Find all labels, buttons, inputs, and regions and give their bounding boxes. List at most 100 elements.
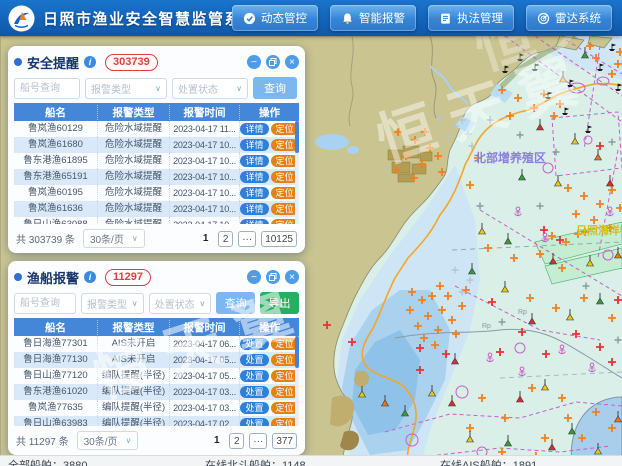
primary-action-button[interactable]: 详情 bbox=[240, 139, 268, 151]
alarm-time-cell: 2023-04-17 10... bbox=[170, 153, 240, 169]
minimize-icon[interactable]: − bbox=[247, 55, 261, 69]
map-label-ocean-ranch: 日照海洋牧场 bbox=[576, 223, 622, 237]
close-icon[interactable]: × bbox=[285, 270, 299, 284]
minimize-icon[interactable]: − bbox=[247, 270, 261, 284]
alarm-time-cell: 2023-04-17 06... bbox=[170, 336, 240, 352]
pagination: 12 ··· 377 bbox=[209, 433, 297, 449]
alarm-type-cell: 编队提醒(半径) bbox=[98, 384, 170, 400]
table-header: 船名报警类型报警时间操作 bbox=[14, 103, 299, 121]
app-title: 日照市渔业安全智慧监管系统 bbox=[43, 8, 258, 29]
page-button[interactable]: 2 bbox=[229, 433, 244, 449]
app-logo-icon bbox=[8, 5, 35, 32]
primary-action-button[interactable]: 处置 bbox=[240, 338, 268, 350]
column-header: 报警类型 bbox=[98, 320, 170, 335]
nav-item-1[interactable]: 动态管控 bbox=[232, 5, 318, 31]
table-row: 鲁日海渔77130AIS未开启2023-04-17 05...处置定位 bbox=[14, 352, 299, 368]
alarm-type-cell: 危险水域提醒 bbox=[98, 153, 170, 169]
law-doc-icon bbox=[439, 12, 452, 25]
panel-dot-icon bbox=[14, 58, 22, 66]
info-icon[interactable]: i bbox=[84, 56, 96, 68]
page-size-value: 30条/页 bbox=[90, 231, 124, 246]
info-icon[interactable]: i bbox=[84, 271, 96, 283]
total-count-label: 共 11297 条 bbox=[16, 433, 69, 448]
restore-icon[interactable] bbox=[266, 270, 280, 284]
page-size-select[interactable]: 30条/页∨ bbox=[77, 431, 139, 450]
alarm-type-cell: 危险水域提醒 bbox=[98, 217, 170, 224]
alarm-time-cell: 2023-04-17 10... bbox=[170, 137, 240, 153]
restore-icon[interactable] bbox=[266, 55, 280, 69]
table-row: 鲁日海渔77301AIS未开启2023-04-17 06...处置定位 bbox=[14, 336, 299, 352]
chevron-down-icon: ∨ bbox=[199, 299, 205, 308]
column-header: 船名 bbox=[14, 320, 98, 335]
alarm-type-select[interactable]: 报警类型∨ bbox=[85, 78, 167, 99]
fleet-stat-3: 在线AIS船舶：1891 bbox=[440, 457, 537, 466]
ship-name-cell: 鲁岚渔61636 bbox=[14, 201, 98, 217]
row-actions: 处置定位 bbox=[240, 352, 299, 368]
primary-action-button[interactable]: 详情 bbox=[240, 155, 268, 167]
primary-action-button[interactable]: 处置 bbox=[240, 402, 268, 414]
ship-name-cell: 鲁岚渔61680 bbox=[14, 137, 98, 153]
alarm-type-cell: 危险水域提醒 bbox=[98, 169, 170, 185]
table-body: 鲁岚渔60129危险水域提醒2023-04-17 11...详情定位鲁岚渔616… bbox=[14, 121, 299, 224]
table-row: 鲁岚渔61680危险水域提醒2023-04-17 10...详情定位 bbox=[14, 137, 299, 153]
scrollbar-thumb[interactable] bbox=[295, 121, 299, 153]
primary-action-button[interactable]: 详情 bbox=[240, 187, 268, 199]
page-ellipsis-button[interactable]: ··· bbox=[249, 433, 267, 449]
fleet-stat-1: 全部船舶：3880 bbox=[8, 457, 87, 466]
select-placeholder: 处置状态 bbox=[178, 81, 218, 96]
main-nav: 动态管控智能报警执法管理雷达系统海岸监控 bbox=[232, 5, 622, 31]
chevron-down-icon: ∨ bbox=[236, 84, 242, 93]
page-size-select[interactable]: 30条/页∨ bbox=[83, 229, 145, 248]
primary-action-button[interactable]: 详情 bbox=[240, 123, 268, 135]
row-actions: 处置定位 bbox=[240, 384, 299, 400]
handle-status-select[interactable]: 处置状态∨ bbox=[149, 293, 212, 314]
row-actions: 详情定位 bbox=[240, 201, 299, 217]
page-button[interactable]: 1 bbox=[198, 231, 213, 247]
nav-item-3[interactable]: 执法管理 bbox=[428, 5, 514, 31]
table-row: 鲁岚渔60195危险水域提醒2023-04-17 10...详情定位 bbox=[14, 185, 299, 201]
alarm-time-cell: 2023-04-17 03... bbox=[170, 384, 240, 400]
scrollbar-thumb[interactable] bbox=[295, 336, 299, 368]
map-label-rp: Rp bbox=[482, 323, 491, 330]
close-icon[interactable]: × bbox=[285, 55, 299, 69]
primary-action-button[interactable]: 处置 bbox=[240, 386, 268, 398]
alarm-type-cell: 编队提醒(半径) bbox=[98, 400, 170, 416]
table-row: 鲁岚渔77635编队提醒(半径)2023-04-17 03...处置定位 bbox=[14, 400, 299, 416]
alarm-type-cell: 危险水域提醒 bbox=[98, 185, 170, 201]
primary-action-button[interactable]: 处置 bbox=[240, 370, 268, 382]
nav-item-2[interactable]: 智能报警 bbox=[330, 5, 416, 31]
scrollbar-track bbox=[295, 121, 299, 224]
pagination: 12 ··· 10125 bbox=[198, 231, 297, 247]
ship-name-cell: 鲁岚渔77635 bbox=[14, 400, 98, 416]
alarm-time-cell: 2023-04-17 02... bbox=[170, 416, 240, 426]
alarm-type-cell: 危险水域提醒 bbox=[98, 201, 170, 217]
row-actions: 详情定位 bbox=[240, 153, 299, 169]
nav-item-4[interactable]: 雷达系统 bbox=[526, 5, 612, 31]
row-actions: 详情定位 bbox=[240, 121, 299, 137]
ship-number-input[interactable] bbox=[14, 293, 76, 314]
ship-number-input[interactable] bbox=[14, 78, 80, 99]
ship-name-cell: 鲁日海渔77301 bbox=[14, 336, 98, 352]
primary-action-button[interactable]: 详情 bbox=[240, 171, 268, 183]
alarm-type-select[interactable]: 报警类型∨ bbox=[81, 293, 144, 314]
fleet-stat-2: 在线北斗船舶：1148 bbox=[205, 457, 306, 466]
select-placeholder: 报警类型 bbox=[91, 81, 131, 96]
page-button[interactable]: 2 bbox=[218, 231, 233, 247]
table-header: 船名报警类型报警时间操作 bbox=[14, 318, 299, 336]
handle-status-select[interactable]: 处置状态 ∨ bbox=[172, 78, 248, 99]
page-button[interactable]: 1 bbox=[209, 433, 224, 449]
primary-action-button[interactable]: 处置 bbox=[240, 354, 268, 366]
query-button[interactable]: 查询 bbox=[253, 77, 297, 99]
alarm-type-cell: AIS未开启 bbox=[98, 336, 170, 352]
page-ellipsis-button[interactable]: ··· bbox=[238, 231, 256, 247]
primary-action-button[interactable]: 处置 bbox=[240, 418, 268, 426]
page-button[interactable]: 10125 bbox=[261, 231, 297, 247]
export-button[interactable]: 导出 bbox=[260, 292, 299, 314]
page-button[interactable]: 377 bbox=[272, 433, 297, 449]
column-header: 操作 bbox=[240, 105, 299, 120]
primary-action-button[interactable]: 详情 bbox=[240, 219, 268, 224]
primary-action-button[interactable]: 详情 bbox=[240, 203, 268, 215]
chevron-down-icon: ∨ bbox=[126, 436, 132, 445]
alarm-time-cell: 2023-04-17 10... bbox=[170, 169, 240, 185]
query-button[interactable]: 查询 bbox=[216, 292, 255, 314]
